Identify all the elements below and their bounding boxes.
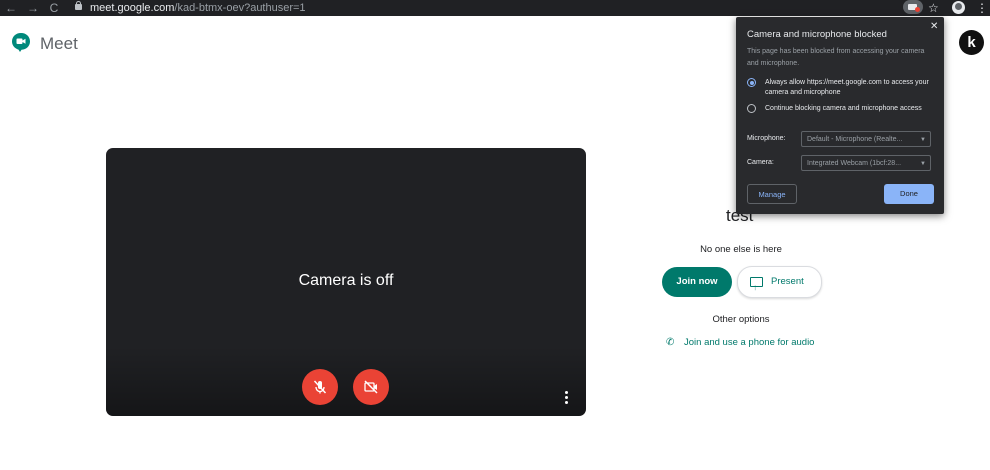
present-button[interactable]: Present [737, 266, 822, 303]
join-now-button[interactable]: Join now [662, 267, 732, 297]
chevron-down-icon: ▼ [920, 161, 926, 167]
profile-avatar-icon[interactable] [952, 1, 965, 14]
phone-link-label: Join and use a phone for audio [684, 337, 815, 348]
forward-icon[interactable]: → [26, 0, 40, 16]
chevron-down-icon: ▼ [920, 137, 926, 143]
account-avatar[interactable]: k [959, 30, 984, 55]
microphone-select[interactable]: Default - Microphone (Realte... ▼ [801, 131, 931, 147]
video-preview: Camera is off [106, 148, 586, 416]
url-host: meet.google.com [90, 2, 175, 14]
lock-icon[interactable] [75, 1, 82, 10]
address-bar[interactable]: meet.google.com/kad-btmx-oev?authuser=1 [70, 0, 990, 16]
bookmark-star-icon[interactable]: ☆ [928, 0, 939, 16]
present-screen-icon [750, 273, 763, 303]
back-icon[interactable]: ← [4, 0, 18, 16]
camera-select[interactable]: Integrated Webcam (1bcf:28... ▼ [801, 155, 931, 171]
camera-off-icon [364, 380, 378, 394]
radio-continue-blocking[interactable] [747, 104, 756, 113]
more-options-icon[interactable] [565, 391, 569, 405]
participants-status: No one else is here [700, 244, 782, 255]
camera-off-text: Camera is off [298, 272, 394, 289]
meet-logo-icon [12, 33, 30, 52]
permission-popup: Camera and microphone blocked ✕ This pag… [736, 17, 944, 214]
url-text: meet.google.com/kad-btmx-oev?authuser=1 [90, 0, 306, 16]
reload-icon[interactable]: C [47, 0, 61, 16]
manage-button[interactable]: Manage [747, 184, 797, 204]
microphone-label: Microphone: [747, 135, 786, 142]
done-button[interactable]: Done [884, 184, 934, 204]
other-options-heading: Other options [712, 314, 770, 325]
present-label: Present [771, 276, 804, 287]
option-always-allow-label[interactable]: Always allow https://meet.google.com to … [765, 78, 937, 98]
close-icon[interactable]: ✕ [930, 21, 938, 32]
camera-blocked-icon[interactable] [903, 0, 923, 14]
camera-label: Camera: [747, 159, 774, 166]
microphone-select-value: Default - Microphone (Realte... [807, 136, 903, 143]
option-continue-blocking-label[interactable]: Continue blocking camera and microphone … [765, 104, 937, 114]
camera-select-value: Integrated Webcam (1bcf:28... [807, 160, 902, 167]
browser-toolbar: ← → C meet.google.com/kad-btmx-oev?authu… [0, 0, 990, 16]
preview-gradient [106, 346, 586, 416]
popup-description: This page has been blocked from accessin… [747, 48, 925, 67]
mute-microphone-button[interactable] [302, 369, 338, 405]
url-path: /kad-btmx-oev?authuser=1 [174, 2, 306, 14]
browser-menu-icon[interactable]: ⋮ [976, 0, 988, 16]
turn-off-camera-button[interactable] [353, 369, 389, 405]
popup-title: Camera and microphone blocked [747, 29, 887, 40]
phone-forward-icon: ✆ [666, 337, 675, 348]
radio-always-allow[interactable] [747, 78, 756, 87]
app-name: Meet [40, 34, 78, 53]
mic-off-icon [313, 380, 327, 394]
